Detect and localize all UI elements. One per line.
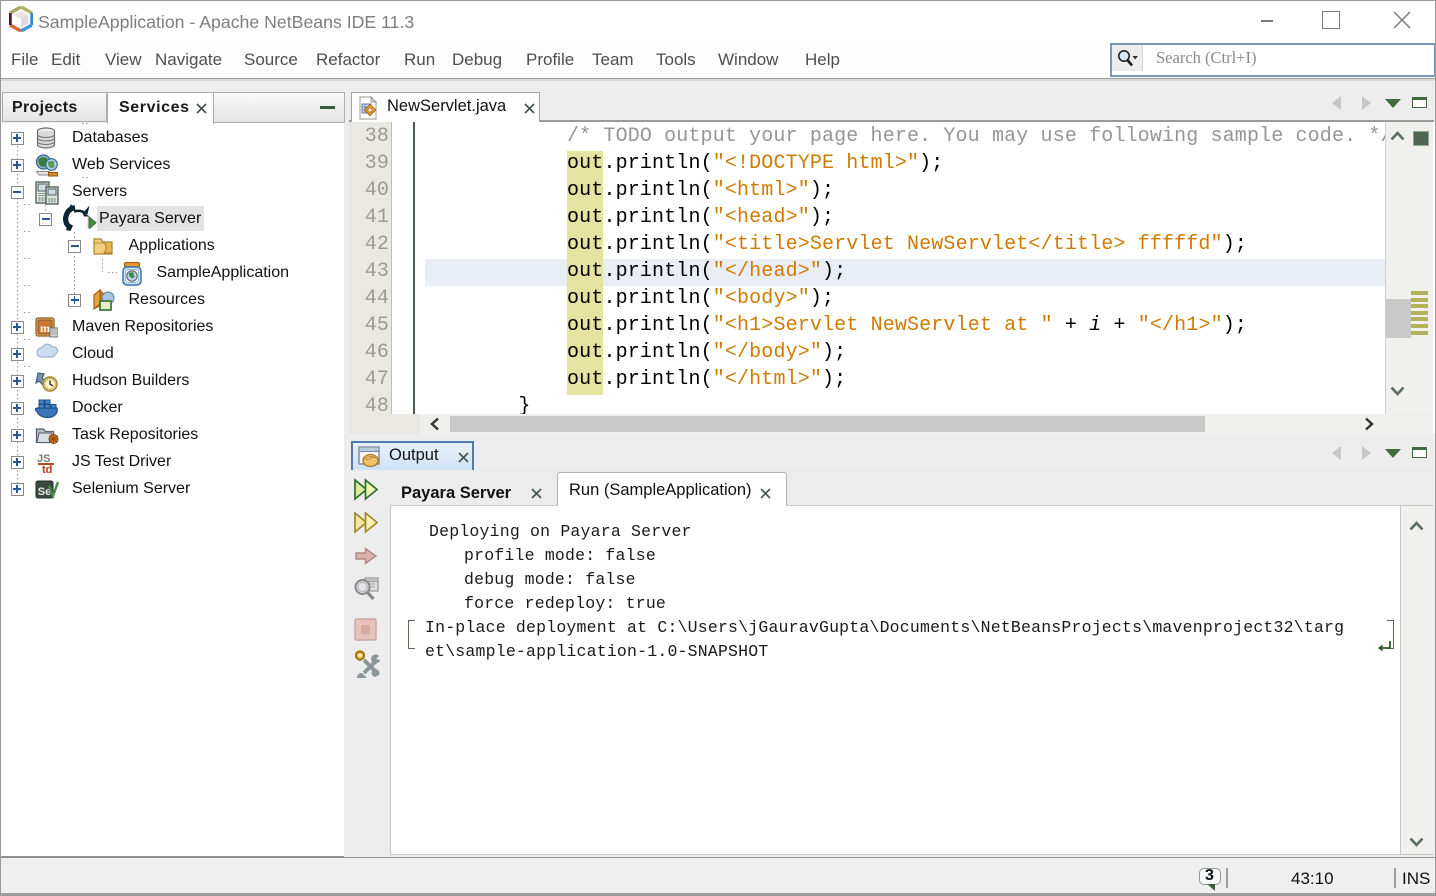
svg-text:m: m	[40, 321, 50, 335]
svg-text:td: td	[42, 464, 52, 475]
